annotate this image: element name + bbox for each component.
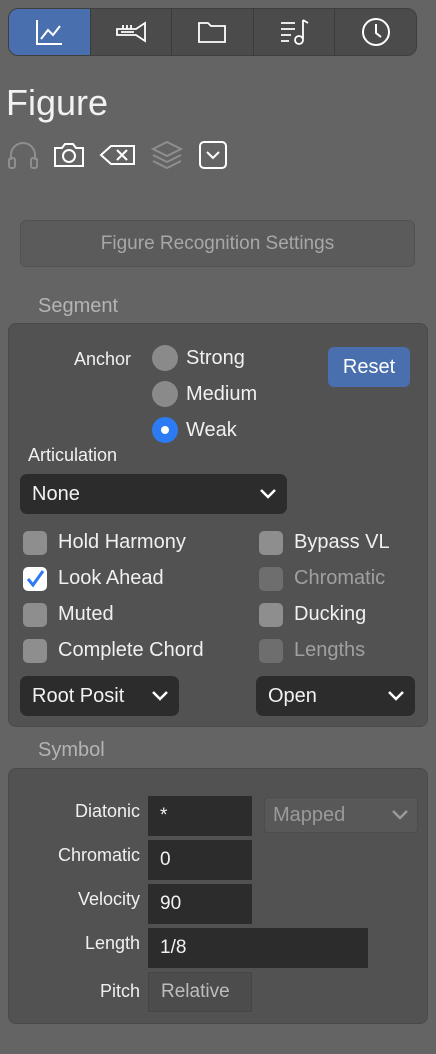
dropdown-icon[interactable] (196, 138, 230, 172)
anchor-strong-radio[interactable] (152, 345, 178, 371)
articulation-select[interactable]: None (20, 474, 287, 514)
anchor-medium-label: Medium (186, 383, 258, 405)
look-ahead-label: Look Ahead (58, 567, 164, 589)
diatonic-label: Diatonic (74, 801, 140, 821)
chevron-down-icon (152, 691, 168, 701)
bypass-vl-label: Bypass VL (294, 531, 390, 553)
lengths-checkbox[interactable] (259, 639, 283, 663)
symbol-heading: Symbol (38, 739, 105, 761)
tab-playlist[interactable] (252, 9, 335, 55)
mapped-select[interactable]: Mapped (264, 797, 418, 833)
chromatic-label: Chromatic (294, 567, 386, 589)
headphones-icon[interactable] (6, 138, 40, 172)
velocity-field[interactable]: 90 (148, 884, 252, 924)
line-chart-icon (36, 20, 63, 45)
ducking-label: Ducking (294, 603, 367, 625)
camera-icon[interactable] (52, 138, 86, 172)
muted-label: Muted (58, 603, 114, 625)
complete-chord-checkbox[interactable] (23, 639, 47, 663)
diatonic-field[interactable]: * (148, 796, 252, 836)
chevron-down-icon (388, 691, 404, 701)
figure-toolbar (6, 138, 230, 172)
velocity-label: Velocity (77, 889, 140, 909)
complete-chord-label: Complete Chord (58, 639, 204, 661)
tab-instrument[interactable] (89, 9, 172, 55)
look-ahead-checkbox[interactable] (23, 567, 47, 591)
articulation-label: Articulation (28, 445, 118, 465)
chromatic-field-label: Chromatic (57, 845, 140, 865)
anchor-label: Anchor (74, 349, 132, 369)
chevron-down-icon (260, 489, 276, 499)
tab-history[interactable] (334, 9, 416, 55)
muted-checkbox[interactable] (23, 603, 47, 627)
length-label: Length (84, 933, 140, 953)
lengths-label: Lengths (294, 639, 366, 661)
playlist-music-icon (281, 19, 309, 45)
mapped-value: Mapped (273, 803, 346, 826)
pitch-field: Relative (148, 972, 252, 1012)
anchor-weak-radio[interactable] (152, 417, 178, 443)
ducking-checkbox[interactable] (259, 603, 283, 627)
hold-harmony-label: Hold Harmony (58, 531, 186, 553)
tab-files[interactable] (171, 9, 253, 55)
clock-icon (361, 18, 390, 46)
trumpet-icon (115, 21, 146, 43)
tab-bar (8, 8, 417, 56)
chevron-down-icon (392, 810, 408, 820)
reset-button[interactable]: Reset (328, 347, 410, 387)
folder-icon (198, 22, 227, 43)
anchor-strong-label: Strong (186, 347, 245, 369)
bypass-vl-checkbox[interactable] (259, 531, 283, 555)
chromatic-field[interactable]: 0 (148, 840, 252, 880)
hold-harmony-checkbox[interactable] (23, 531, 47, 555)
tab-chart[interactable] (9, 9, 90, 55)
position-select[interactable]: Root Posit (20, 676, 179, 716)
figure-recognition-settings-button[interactable]: Figure Recognition Settings (20, 220, 415, 267)
voicing-select[interactable]: Open (256, 676, 415, 716)
pitch-label: Pitch (99, 981, 140, 1001)
articulation-value: None (32, 482, 80, 505)
anchor-weak-label: Weak (186, 419, 237, 441)
layers-icon[interactable] (150, 138, 184, 172)
delete-icon[interactable] (98, 138, 138, 172)
position-value: Root Posit (32, 684, 125, 707)
anchor-medium-radio[interactable] (152, 381, 178, 407)
checkmark-icon (26, 570, 45, 588)
length-field[interactable]: 1/8 (148, 928, 368, 968)
chromatic-checkbox[interactable] (259, 567, 283, 591)
segment-heading: Segment (38, 295, 119, 317)
page-title: Figure (6, 82, 109, 123)
voicing-value: Open (268, 684, 317, 707)
